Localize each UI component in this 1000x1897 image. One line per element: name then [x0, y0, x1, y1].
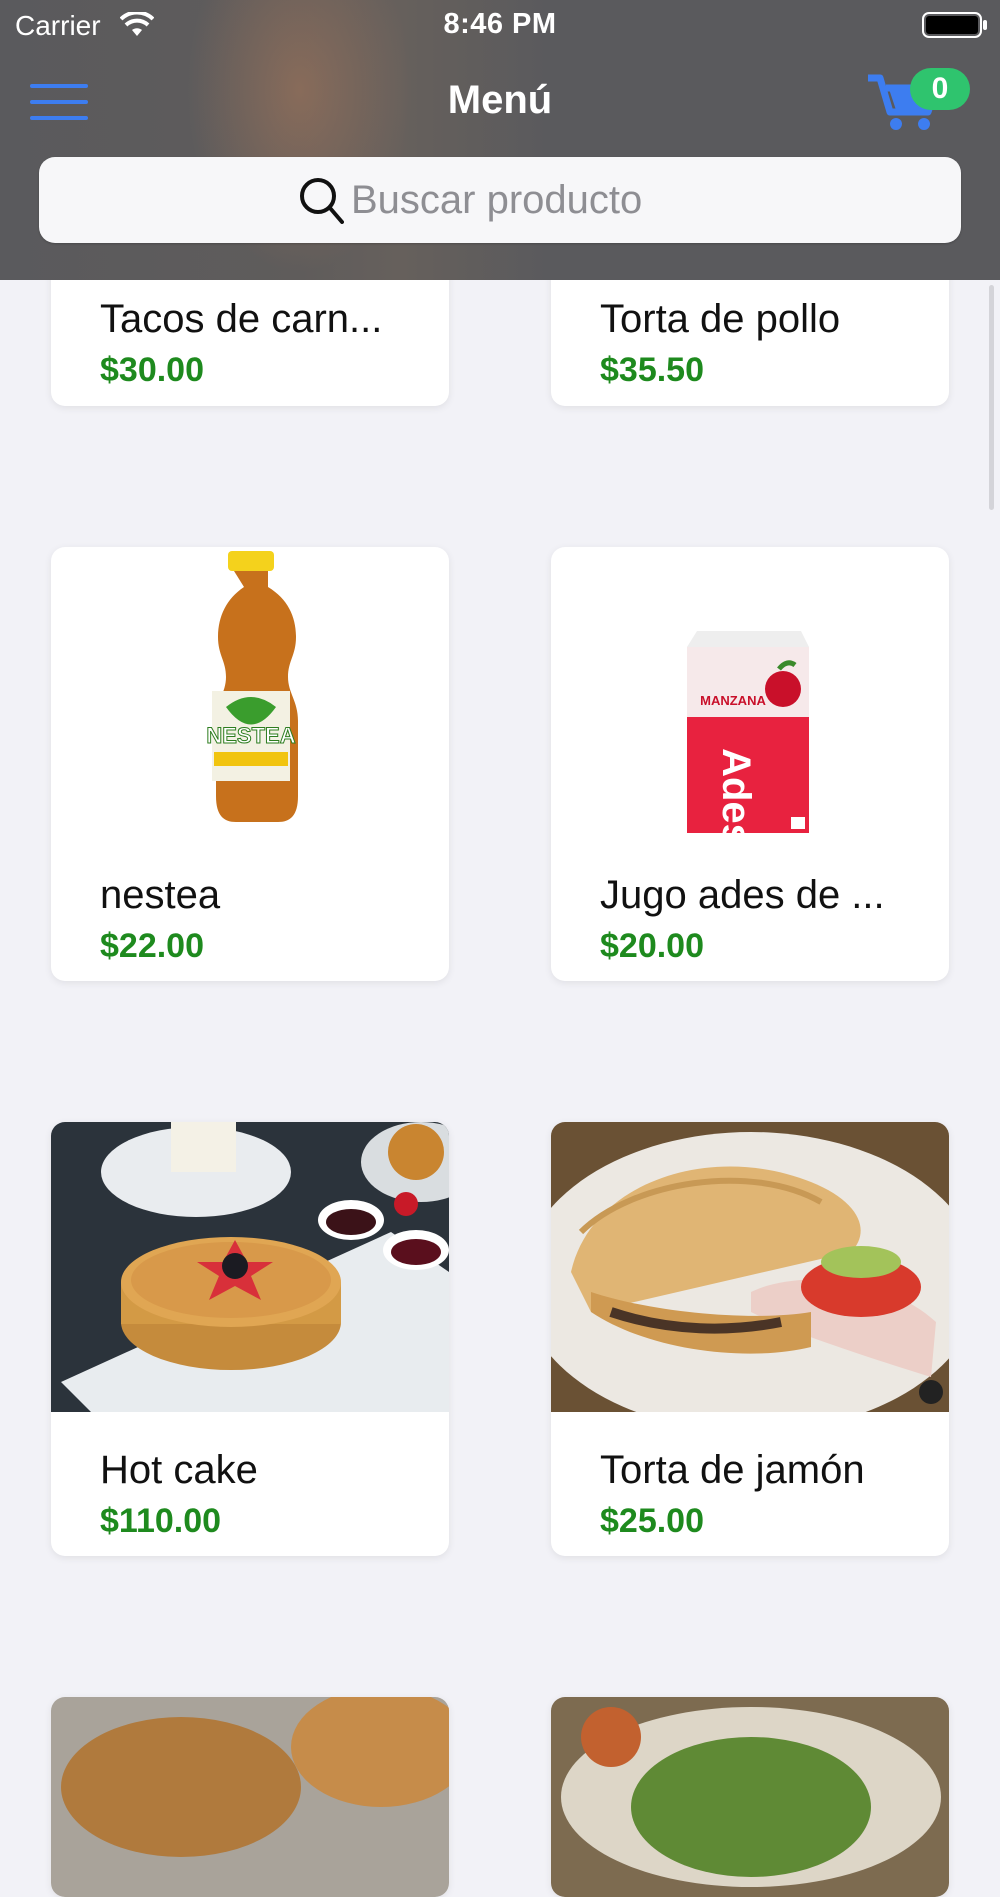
product-image-ades: MANZANA Ades [551, 547, 949, 837]
product-image-hot-cake [51, 1122, 449, 1412]
product-price: $30.00 [100, 351, 204, 389]
cart-count-badge: 0 [910, 68, 970, 110]
page-title: Menú [447, 78, 553, 122]
product-name: Hot cake [100, 1448, 258, 1492]
product-card-partial-1[interactable] [51, 1697, 449, 1897]
nestea-brand-label: NESTEA [206, 723, 295, 748]
app-header: Carrier 8:46 PM Menú 0 [0, 0, 1000, 280]
product-price: $110.00 [100, 1502, 222, 1540]
product-card-partial-2[interactable] [551, 1697, 949, 1897]
product-price: $35.50 [600, 351, 704, 389]
search-icon [298, 176, 344, 229]
product-card-hot-cake[interactable]: Hot cake $110.00 [51, 1122, 449, 1556]
product-image-nestea: NESTEA [51, 547, 449, 837]
status-bar: Carrier 8:46 PM [0, 0, 1000, 50]
product-price: $25.00 [600, 1502, 704, 1540]
status-time: 8:46 PM [443, 8, 557, 40]
product-image-torta-jamon [551, 1122, 949, 1412]
product-name: nestea [100, 873, 221, 917]
product-name: Tacos de carn... [100, 297, 383, 341]
product-name: Torta de pollo [600, 297, 841, 341]
product-price: $20.00 [600, 927, 704, 965]
scroll-indicator[interactable] [989, 285, 994, 510]
product-card-nestea[interactable]: NESTEA nestea $22.00 [51, 547, 449, 981]
product-name: Jugo ades de ... [600, 873, 885, 917]
search-bar[interactable] [39, 157, 961, 243]
product-name: Torta de jamón [600, 1448, 865, 1492]
product-image-partial-1 [51, 1697, 449, 1897]
product-price: $22.00 [100, 927, 204, 965]
battery-icon [922, 12, 988, 43]
product-card-jugo-ades[interactable]: MANZANA Ades Jugo ades de ... $20.00 [551, 547, 949, 981]
ades-flavor-label: MANZANA [700, 693, 766, 708]
search-input[interactable] [351, 175, 771, 225]
product-card-torta-jamon[interactable]: Torta de jamón $25.00 [551, 1122, 949, 1556]
ades-brand-label: Ades [714, 748, 758, 837]
product-image-partial-2 [551, 1697, 949, 1897]
